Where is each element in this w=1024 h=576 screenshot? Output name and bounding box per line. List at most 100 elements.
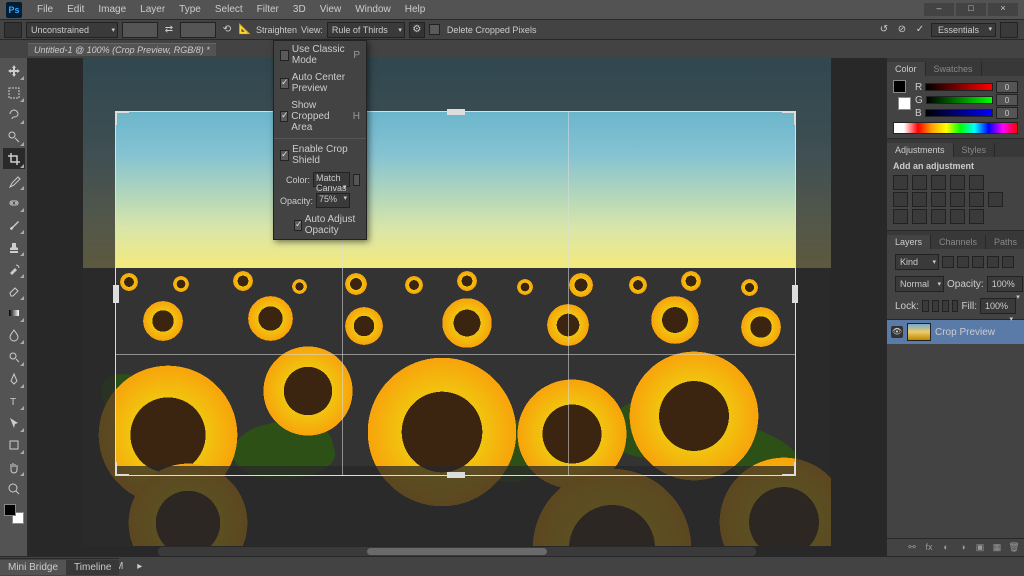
adj-balance-icon[interactable]	[912, 192, 927, 207]
menu-shield-opacity[interactable]: Opacity:75%	[274, 190, 366, 211]
crop-width-input[interactable]	[122, 22, 158, 38]
menu-use-classic-mode[interactable]: Use Classic ModeP	[274, 41, 366, 69]
menu-auto-adjust-opacity[interactable]: Auto Adjust Opacity	[274, 211, 366, 239]
crop-tool[interactable]	[3, 148, 25, 169]
panel-fg-swatch[interactable]	[893, 80, 906, 93]
clear-icon[interactable]: ⟲	[220, 24, 234, 35]
adj-bw-icon[interactable]	[931, 192, 946, 207]
menu-show-cropped-area[interactable]: Show Cropped AreaH	[274, 97, 366, 136]
shield-color-swatch[interactable]	[353, 174, 360, 186]
horizontal-scrollbar[interactable]	[158, 547, 756, 556]
adj-selective-icon[interactable]	[969, 209, 984, 224]
crop-handle-top[interactable]	[447, 109, 465, 115]
channels-tab[interactable]: Channels	[931, 235, 986, 249]
adj-gradient-map-icon[interactable]	[950, 209, 965, 224]
adj-levels-icon[interactable]	[912, 175, 927, 190]
g-value[interactable]: 0	[996, 94, 1018, 106]
crop-settings-gear-icon[interactable]: ⚙	[409, 22, 425, 38]
menu-view[interactable]: View	[313, 2, 349, 17]
b-slider[interactable]	[925, 109, 993, 117]
menu-shield-color[interactable]: Color:Match Canvas	[274, 169, 366, 190]
layer-visibility-icon[interactable]: 👁	[891, 326, 903, 338]
filter-pixel-icon[interactable]	[942, 256, 954, 268]
crop-handle-bottom[interactable]	[447, 472, 465, 478]
filter-smart-icon[interactable]	[1002, 256, 1014, 268]
brush-tool[interactable]	[3, 214, 25, 235]
history-brush-tool[interactable]	[3, 258, 25, 279]
menu-3d[interactable]: 3D	[286, 2, 313, 17]
workspace-switcher[interactable]: Essentials	[931, 23, 996, 37]
fill-dropdown[interactable]: 100%	[980, 298, 1016, 314]
crop-handle-tl[interactable]	[115, 111, 129, 125]
layer-fx-icon[interactable]: fx	[923, 542, 935, 554]
menu-window[interactable]: Window	[348, 2, 398, 17]
lock-position-icon[interactable]	[942, 300, 949, 312]
lock-transparent-icon[interactable]	[922, 300, 929, 312]
minimize-button[interactable]: –	[924, 3, 954, 16]
shield-opacity-dropdown[interactable]: 75%	[316, 193, 350, 208]
delete-layer-icon[interactable]: 🗑	[1008, 542, 1020, 554]
maximize-button[interactable]: □	[956, 3, 986, 16]
crop-frame[interactable]	[115, 111, 796, 476]
layer-thumbnail[interactable]	[907, 323, 931, 341]
adjustments-tab[interactable]: Adjustments	[887, 143, 954, 157]
r-value[interactable]: 0	[996, 81, 1018, 93]
menu-auto-center-preview[interactable]: Auto Center Preview	[274, 69, 366, 97]
panel-bg-swatch[interactable]	[898, 97, 911, 110]
new-group-icon[interactable]: ▣	[974, 542, 986, 554]
adj-exposure-icon[interactable]	[950, 175, 965, 190]
color-tab[interactable]: Color	[887, 62, 926, 76]
filter-adj-icon[interactable]	[957, 256, 969, 268]
commit-crop-icon[interactable]: ✓	[913, 24, 927, 35]
adj-lookup-icon[interactable]	[988, 192, 1003, 207]
blend-mode-dropdown[interactable]: Normal	[895, 276, 944, 292]
pen-tool[interactable]	[3, 368, 25, 389]
reset-crop-icon[interactable]: ↺	[877, 24, 891, 35]
new-layer-icon[interactable]: ▦	[991, 542, 1003, 554]
menu-file[interactable]: File	[30, 2, 60, 17]
gradient-tool[interactable]	[3, 302, 25, 323]
color-swatches[interactable]	[4, 504, 24, 524]
document-tab[interactable]: Untitled-1 @ 100% (Crop Preview, RGB/8) …	[28, 43, 216, 56]
cs-live-icon[interactable]	[1000, 22, 1018, 38]
adj-posterize-icon[interactable]	[912, 209, 927, 224]
move-tool[interactable]	[3, 60, 25, 81]
delete-cropped-checkbox[interactable]	[429, 24, 440, 35]
cancel-crop-icon[interactable]: ⊘	[895, 24, 909, 35]
zoom-tool[interactable]	[3, 478, 25, 499]
layer-opacity-dropdown[interactable]: 100%	[987, 276, 1023, 292]
menu-edit[interactable]: Edit	[60, 2, 91, 17]
new-fill-icon[interactable]: ◑	[957, 542, 969, 554]
quick-select-tool[interactable]	[3, 126, 25, 147]
adj-invert-icon[interactable]	[893, 209, 908, 224]
path-select-tool[interactable]	[3, 412, 25, 433]
r-slider[interactable]	[925, 83, 993, 91]
crop-tool-icon[interactable]	[4, 22, 22, 38]
stamp-tool[interactable]	[3, 236, 25, 257]
swap-dimensions-icon[interactable]: ⇄	[162, 24, 176, 35]
adj-photo-filter-icon[interactable]	[950, 192, 965, 207]
menu-type[interactable]: Type	[172, 2, 208, 17]
menu-image[interactable]: Image	[91, 2, 133, 17]
adj-hue-icon[interactable]	[893, 192, 908, 207]
marquee-tool[interactable]	[3, 82, 25, 103]
dodge-tool[interactable]	[3, 346, 25, 367]
overlay-dropdown[interactable]: Rule of Thirds	[327, 22, 405, 38]
canvas[interactable]	[28, 58, 886, 556]
layers-tab[interactable]: Layers	[887, 235, 931, 249]
timeline-tab[interactable]: Timeline	[66, 560, 119, 575]
adj-brightness-icon[interactable]	[893, 175, 908, 190]
straighten-icon[interactable]: 📐	[238, 24, 252, 35]
close-button[interactable]: ×	[988, 3, 1018, 16]
mini-bridge-tab[interactable]: Mini Bridge	[0, 560, 66, 575]
adj-threshold-icon[interactable]	[931, 209, 946, 224]
menu-select[interactable]: Select	[208, 2, 250, 17]
color-spectrum[interactable]	[893, 122, 1018, 134]
g-slider[interactable]	[926, 96, 993, 104]
crop-handle-bl[interactable]	[115, 462, 129, 476]
filter-type-icon[interactable]	[972, 256, 984, 268]
filter-shape-icon[interactable]	[987, 256, 999, 268]
straighten-button[interactable]: Straighten	[256, 25, 297, 35]
swatches-tab[interactable]: Swatches	[926, 62, 982, 76]
eraser-tool[interactable]	[3, 280, 25, 301]
